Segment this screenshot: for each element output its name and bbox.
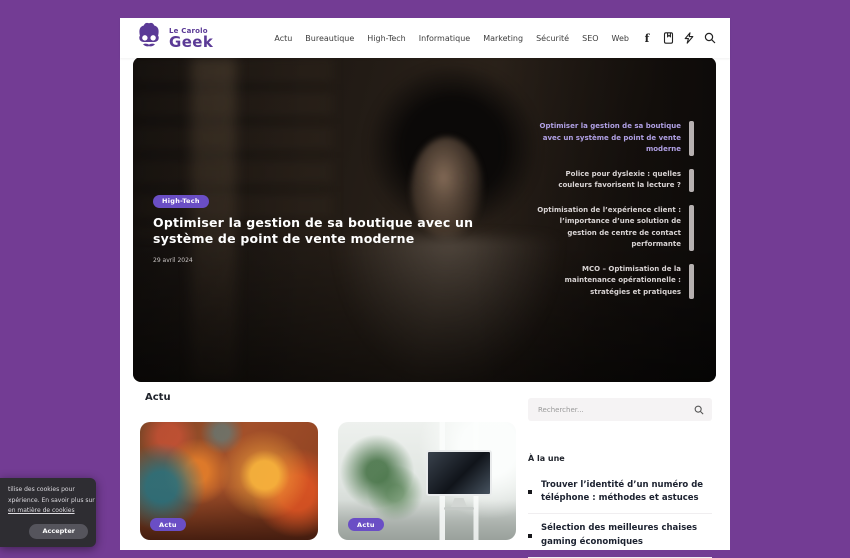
desktop-background: { "colors": { "background_purple": "#733… [0,0,850,550]
article-card-image-livingroom: Actu [140,422,318,540]
hero-carousel-item-label: Optimiser la gestion de sa boutique avec… [532,121,681,156]
logo-bottom-line: Geek [169,35,213,49]
sidebar-heading: À la une [528,454,712,463]
hero-slider: High-Tech Optimiser la gestion de sa bou… [133,57,716,382]
imac-base-shape [444,507,474,510]
nav-item-web[interactable]: Web [612,34,629,43]
hero-carousel-item[interactable]: Optimiser la gestion de sa boutique avec… [532,121,694,156]
nav-item-seo[interactable]: SEO [582,34,598,43]
header-icons: f [641,32,716,44]
hero-carousel-item[interactable]: MCO – Optimisation de la maintenance opé… [532,264,694,299]
hero-carousel-item[interactable]: Police pour dyslexie : quelles couleurs … [532,169,694,192]
carousel-progress-bar [689,264,694,299]
featured-item-title: Trouver l’identité d’un numéro de téléph… [541,479,712,505]
card-category-badge[interactable]: Actu [348,518,384,531]
bolt-icon[interactable] [683,32,695,44]
hero-carousel-item-label: Optimisation de l’expérience client : l’… [532,205,681,251]
hero-carousel-item-label: MCO – Optimisation de la maintenance opé… [532,264,681,299]
card-category-badge[interactable]: Actu [150,518,186,531]
section-heading-actu: Actu [145,392,171,403]
hero-carousel-item-label: Police pour dyslexie : quelles couleurs … [532,169,681,192]
hero-carousel-item[interactable]: Optimisation de l’expérience client : l’… [532,205,694,251]
main-nav: Actu Bureautique High-Tech Informatique … [274,34,629,43]
nav-item-high-tech[interactable]: High-Tech [367,34,405,43]
nav-item-securite[interactable]: Sécurité [536,34,569,43]
hero-caption: High-Tech Optimiser la gestion de sa bou… [153,188,523,264]
carousel-progress-bar [689,169,694,192]
cookie-consent-banner: tilise des cookies pour xpérience. En sa… [0,478,96,547]
search-icon[interactable] [704,32,716,44]
nav-item-informatique[interactable]: Informatique [419,34,470,43]
hero-date: 29 avril 2024 [153,257,523,264]
nav-item-marketing[interactable]: Marketing [483,34,523,43]
cookie-policy-link[interactable]: en matière de cookies [8,507,75,514]
article-card-image-desk: Actu [338,422,516,540]
featured-list: Trouver l’identité d’un numéro de téléph… [528,471,712,558]
site-logo[interactable]: Le Carolo Geek [134,21,213,55]
hero-carousel-nav: Optimiser la gestion de sa boutique avec… [532,121,694,299]
carousel-progress-bar [689,205,694,251]
article-card[interactable]: Actu [338,422,516,540]
search-box [528,398,712,421]
cookie-accept-button[interactable]: Accepter [29,524,88,539]
site-page: Le Carolo Geek Actu Bureautique High-Tec… [120,18,730,550]
article-card[interactable]: Actu [140,422,318,540]
hero-category-badge[interactable]: High-Tech [153,195,209,208]
hero-title[interactable]: Optimiser la gestion de sa boutique avec… [153,215,523,249]
featured-item-title: Sélection des meilleures chaises gaming … [541,522,712,548]
nav-item-actu[interactable]: Actu [274,34,292,43]
featured-list-item[interactable]: Sélection des meilleures chaises gaming … [528,514,712,557]
cookie-text-line: xpérience. En savoir plus sur [8,496,88,507]
carousel-progress-bar [689,121,694,156]
cookie-text-line: tilise des cookies pour [8,485,88,496]
logo-text: Le Carolo Geek [169,27,213,49]
imac-screen-shape [426,450,492,496]
square-bullet-icon [528,490,532,494]
search-input[interactable] [536,405,694,415]
featured-sidebar: À la une Trouver l’identité d’un numéro … [528,454,712,558]
geek-face-icon [134,21,164,55]
square-bullet-icon [528,534,532,538]
search-submit-icon[interactable] [694,405,704,415]
facebook-icon[interactable]: f [641,32,653,44]
site-header: Le Carolo Geek Actu Bureautique High-Tec… [120,18,730,58]
nav-item-bureautique[interactable]: Bureautique [305,34,354,43]
imac-stand-shape [451,498,467,507]
address-book-icon[interactable] [662,32,674,44]
featured-list-item[interactable]: Trouver l’identité d’un numéro de téléph… [528,471,712,514]
